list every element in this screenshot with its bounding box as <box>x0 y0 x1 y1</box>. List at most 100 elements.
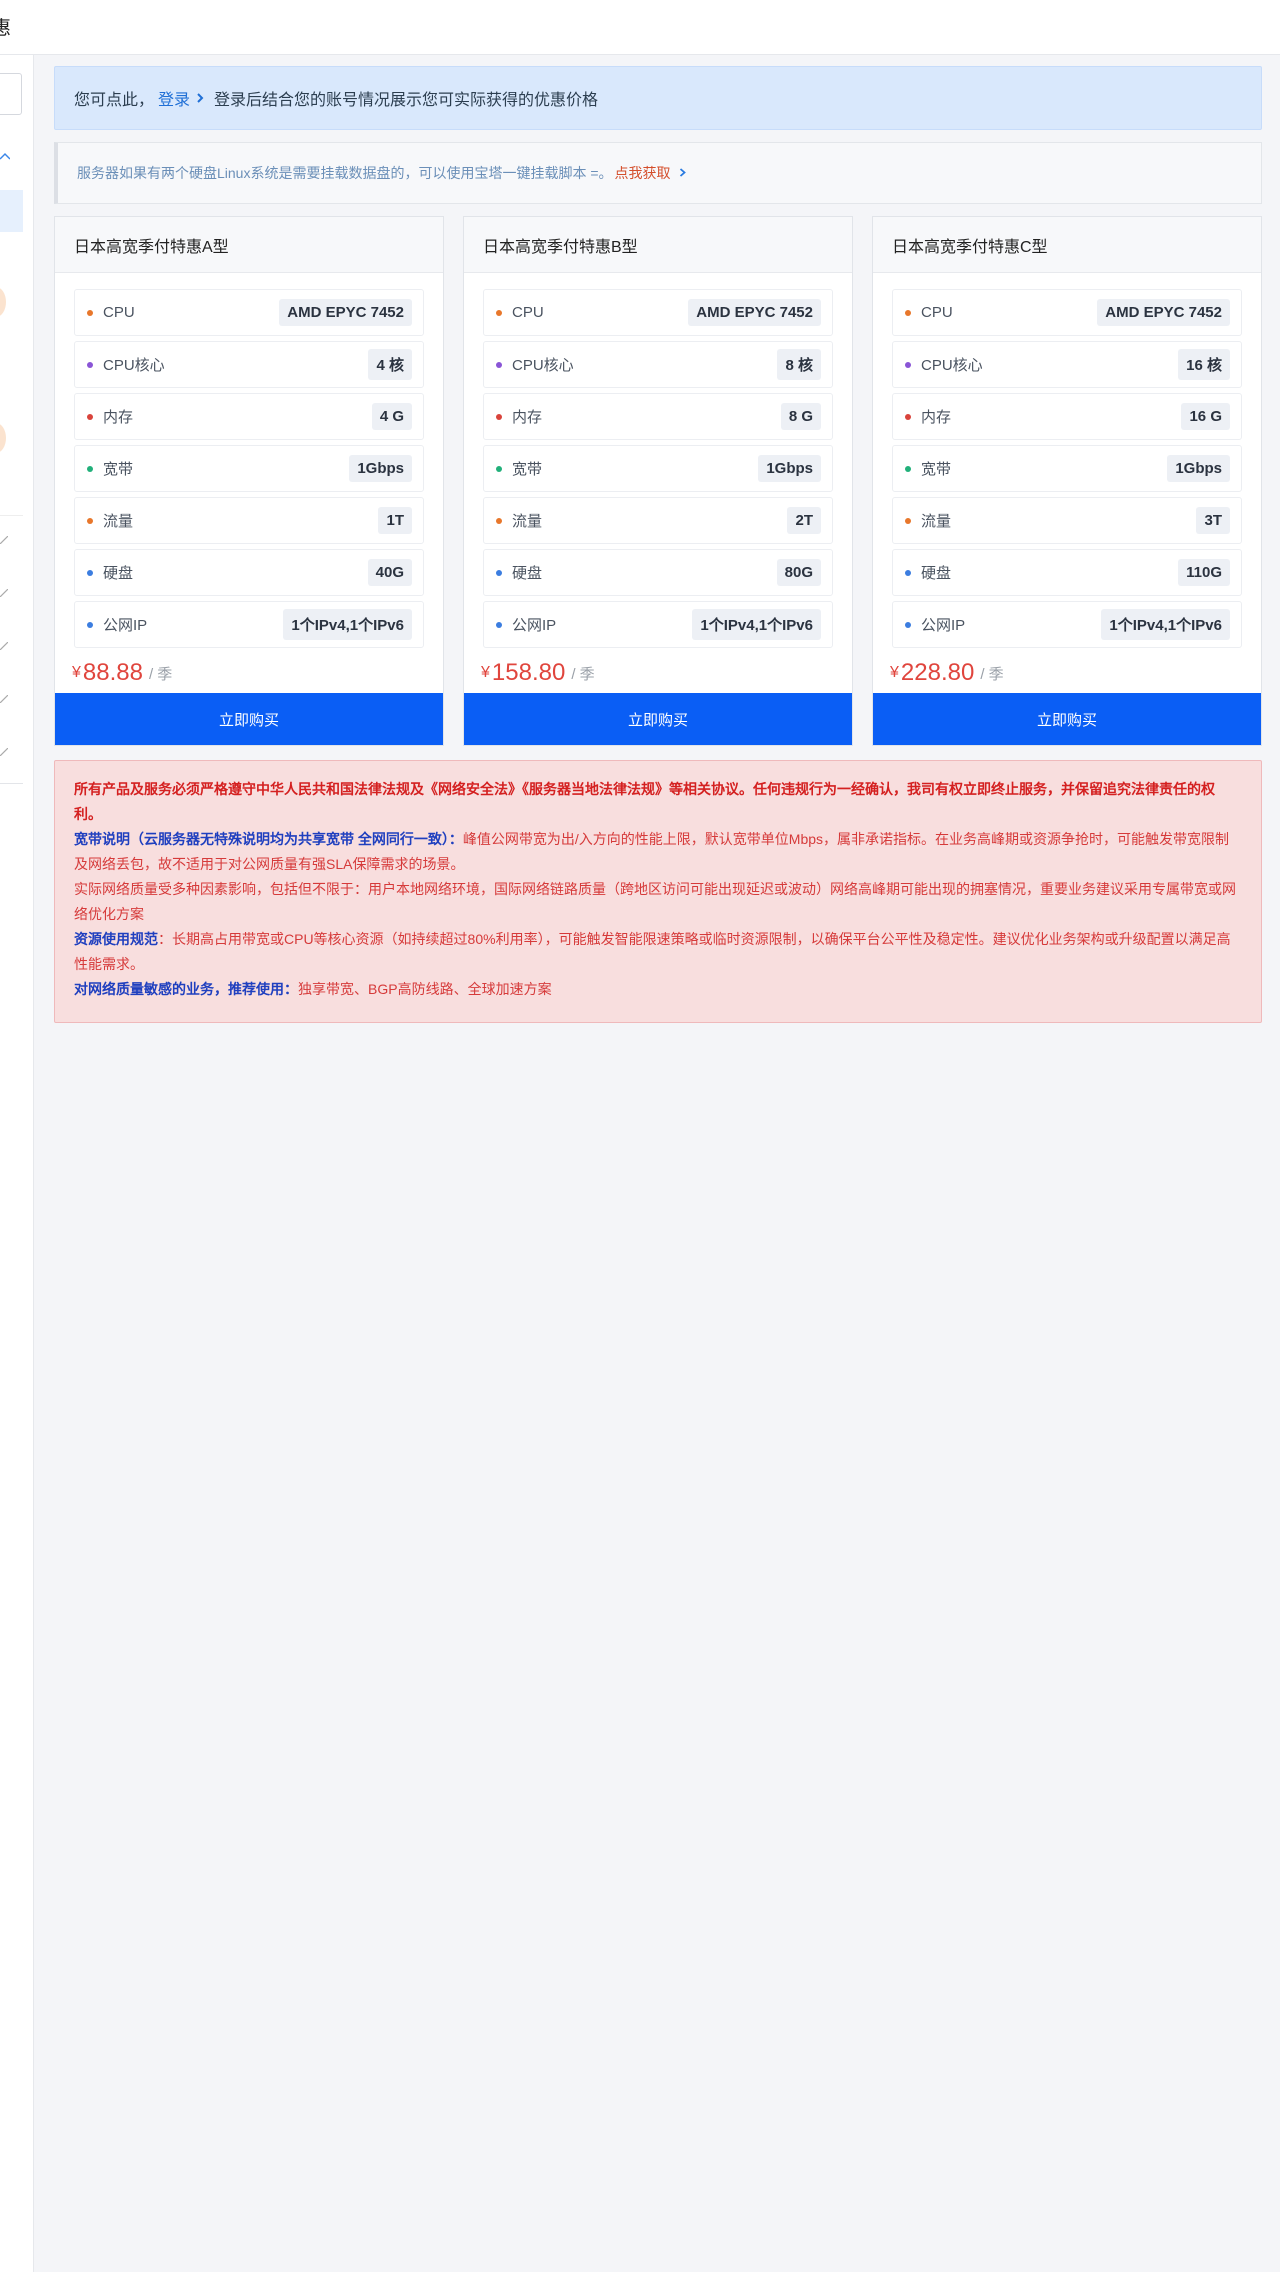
bullet-dot-icon <box>905 569 911 576</box>
currency-symbol: ¥ <box>481 664 490 681</box>
spec-label: CPU核心 <box>512 357 574 374</box>
chevron-up-icon[interactable] <box>0 151 12 163</box>
bullet-dot-icon <box>87 465 93 472</box>
sidebar-item-icon[interactable] <box>0 423 6 453</box>
spec-cpu-cores: CPU核心 16 核 <box>892 341 1242 388</box>
spec-label: 公网IP <box>512 617 557 634</box>
spec-disk: 硬盘 80G <box>483 549 833 596</box>
resource-usage-note: 资源使用规范：长期高占用带宽或CPU等核心资源（如持续超过80%利用率），可能触… <box>74 927 1242 977</box>
spec-traffic: 流量 2T <box>483 497 833 544</box>
bullet-dot-icon <box>87 361 93 368</box>
buy-now-button[interactable]: 立即购买 <box>55 693 443 745</box>
chevron-right-icon[interactable] <box>679 166 686 180</box>
spec-label: 内存 <box>103 409 134 426</box>
spec-label: 流量 <box>921 513 952 530</box>
spec-label: 流量 <box>512 513 543 530</box>
spec-label-group: 流量 <box>905 510 951 531</box>
spec-label-group: 硬盘 <box>905 562 951 583</box>
spec-list: CPU AMD EPYC 7452 CPU核心 8 核内存 8 G 宽带 1Gbps 流量 2T… <box>464 273 852 648</box>
spec-label-group: 公网IP <box>87 614 147 635</box>
spec-label: 宽带 <box>103 461 134 478</box>
price-period: / 季 <box>980 665 1004 683</box>
bullet-dot-icon <box>87 309 93 316</box>
spec-label: 宽带 <box>512 461 543 478</box>
banner-text: 登录后结合您的账号情况展示您可实际获得的优惠价格 <box>214 92 599 109</box>
bullet-dot-icon <box>905 465 911 472</box>
bandwidth-note-title: 宽带说明（云服务器无特殊说明均为共享宽带 全网同行一致）： <box>74 831 463 847</box>
get-script-link[interactable]: 点我获取 <box>615 163 671 183</box>
spec-value: 40G <box>367 559 412 586</box>
spec-value: 4 核 <box>368 349 412 380</box>
spec-cpu: CPU AMD EPYC 7452 <box>483 289 833 336</box>
price-amount: 88.88 <box>82 659 143 686</box>
spec-cpu: CPU AMD EPYC 7452 <box>892 289 1242 336</box>
bullet-dot-icon <box>496 569 502 576</box>
spec-label-group: CPU核心 <box>905 354 983 375</box>
check-icon[interactable] <box>0 639 9 653</box>
spec-value: AMD EPYC 7452 <box>1097 299 1230 326</box>
price-period: / 季 <box>148 665 173 683</box>
spec-value: 80G <box>776 559 821 586</box>
bullet-dot-icon <box>496 517 502 524</box>
spec-label-group: 公网IP <box>905 614 965 635</box>
bullet-dot-icon <box>905 517 911 524</box>
spec-value: AMD EPYC 7452 <box>688 299 821 326</box>
page-title: 惠 <box>0 18 12 39</box>
spec-traffic: 流量 3T <box>892 497 1242 544</box>
currency-symbol: ¥ <box>890 664 899 681</box>
spec-cpu-cores: CPU核心 8 核 <box>483 341 833 388</box>
spec-label-group: 宽带 <box>496 458 542 479</box>
price: ¥88.88 / 季 <box>55 653 443 693</box>
check-icon[interactable] <box>0 745 9 759</box>
spec-label-group: 宽带 <box>905 458 951 479</box>
spec-public-ip: 公网IP 1个IPv4,1个IPv6 <box>892 601 1242 648</box>
price: ¥158.80 / 季 <box>464 653 852 693</box>
bullet-dot-icon <box>905 413 911 420</box>
spec-label-group: CPU <box>905 304 953 321</box>
spec-list: CPU AMD EPYC 7452 CPU核心 16 核内存 16 G 宽带 1Gbps 流量… <box>873 273 1261 648</box>
recommendation-note: 对网络质量敏感的业务，推荐使用：独享带宽、BGP高防线路、全球加速方案 <box>74 977 1242 1002</box>
spec-value: 110G <box>1178 559 1230 586</box>
banner-prefix: 您可点此， <box>74 92 155 109</box>
spec-public-ip: 公网IP 1个IPv4,1个IPv6 <box>483 601 833 648</box>
spec-label: 公网IP <box>103 617 148 634</box>
chevron-right-icon[interactable] <box>196 90 204 106</box>
spec-public-ip: 公网IP 1个IPv4,1个IPv6 <box>74 601 424 648</box>
bullet-dot-icon <box>496 309 502 316</box>
check-icon[interactable] <box>0 692 9 706</box>
card-title: 日本高宽季付特惠B型 <box>464 217 852 273</box>
login-link[interactable]: 登录 <box>158 86 190 110</box>
top-bar: 惠 <box>0 0 1280 55</box>
spec-label-group: 内存 <box>496 406 542 427</box>
product-card: 日本高宽季付特惠A型 CPU AMD EPYC 7452 CPU核心 4 核内存 4 G 宽… <box>54 216 444 746</box>
check-icon[interactable] <box>0 586 9 600</box>
bullet-dot-icon <box>87 413 93 420</box>
spec-value: 4 G <box>371 403 412 430</box>
buy-now-button[interactable]: 立即购买 <box>873 693 1261 745</box>
spec-disk: 硬盘 110G <box>892 549 1242 596</box>
spec-label: 硬盘 <box>103 565 134 582</box>
sidebar-item-icon[interactable] <box>0 287 6 317</box>
spec-label: 公网IP <box>921 617 966 634</box>
spec-label-group: CPU核心 <box>87 354 165 375</box>
spec-value: 1个IPv4,1个IPv6 <box>692 609 821 640</box>
product-card: 日本高宽季付特惠C型 CPU AMD EPYC 7452 CPU核心 16 核内存 16 … <box>872 216 1262 746</box>
spec-label: CPU <box>921 304 953 321</box>
spec-memory: 内存 4 G <box>74 393 424 440</box>
resource-usage-title: 资源使用规范 <box>74 931 158 947</box>
sidebar-search-input[interactable] <box>0 73 22 115</box>
currency-symbol: ¥ <box>72 664 81 681</box>
spec-label-group: 内存 <box>905 406 951 427</box>
spec-value: 8 G <box>780 403 821 430</box>
spec-value: 1个IPv4,1个IPv6 <box>283 609 412 640</box>
network-quality-note: 实际网络质量受多种因素影响，包括但不限于：用户本地网络环境，国际网络链路质量（跨… <box>74 881 1236 922</box>
spec-list: CPU AMD EPYC 7452 CPU核心 4 核内存 4 G 宽带 1Gbps 流量 1T… <box>55 273 443 648</box>
notice-text: 服务器如果有两个硬盘Linux系统是需要挂载数据盘的，可以使用宝塔一键挂载脚本 … <box>77 165 613 181</box>
bullet-dot-icon <box>87 621 93 628</box>
sidebar-item-active[interactable] <box>0 190 23 232</box>
spec-memory: 内存 16 G <box>892 393 1242 440</box>
check-icon[interactable] <box>0 533 9 547</box>
spec-label-group: 宽带 <box>87 458 133 479</box>
buy-now-button[interactable]: 立即购买 <box>464 693 852 745</box>
spec-value: 8 核 <box>777 349 821 380</box>
